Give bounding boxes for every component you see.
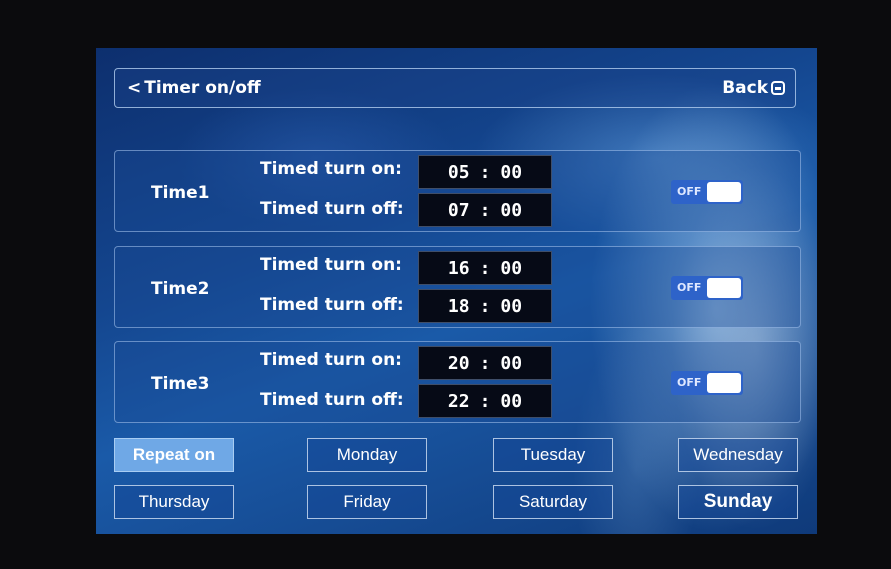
timer-block-1: Time1 Timed turn on: 05:00 Timed turn of… [114, 150, 801, 232]
turn-on-label: Timed turn on: [260, 255, 402, 275]
friday-button[interactable]: Friday [307, 485, 427, 519]
turn-off-label: Timed turn off: [260, 199, 404, 219]
hour-value: 20 [447, 352, 470, 374]
repeat-on-button[interactable]: Repeat on [114, 438, 234, 472]
turn-off-label: Timed turn off: [260, 390, 404, 410]
hour-value: 05 [447, 161, 470, 183]
minute-value: 00 [500, 390, 523, 412]
thursday-button[interactable]: Thursday [114, 485, 234, 519]
timer-block-2: Time2 Timed turn on: 16:00 Timed turn of… [114, 246, 801, 328]
back-icon [771, 81, 785, 95]
monday-button[interactable]: Monday [307, 438, 427, 472]
back-button[interactable]: Back [722, 78, 785, 98]
back-label: Back [722, 78, 768, 98]
minute-value: 00 [500, 352, 523, 374]
turn-off-time[interactable]: 22:00 [418, 384, 552, 418]
page-title[interactable]: < Timer on/off [127, 78, 261, 98]
timer-name: Time1 [151, 183, 210, 203]
title-bar: < Timer on/off Back [114, 68, 796, 108]
saturday-button[interactable]: Saturday [493, 485, 613, 519]
turn-off-time[interactable]: 07:00 [418, 193, 552, 227]
toggle-state: OFF [677, 281, 702, 294]
sunday-button[interactable]: Sunday [678, 485, 798, 519]
timer-name: Time2 [151, 279, 210, 299]
hour-value: 18 [447, 295, 470, 317]
minute-value: 00 [500, 257, 523, 279]
hour-value: 22 [447, 390, 470, 412]
turn-on-time[interactable]: 16:00 [418, 251, 552, 285]
toggle-state: OFF [677, 376, 702, 389]
wednesday-button[interactable]: Wednesday [678, 438, 798, 472]
hour-value: 16 [447, 257, 470, 279]
turn-on-label: Timed turn on: [260, 350, 402, 370]
minute-value: 00 [500, 161, 523, 183]
minute-value: 00 [500, 199, 523, 221]
page-title-text: Timer on/off [144, 78, 261, 98]
toggle-knob [707, 278, 741, 298]
timer-block-3: Time3 Timed turn on: 20:00 Timed turn of… [114, 341, 801, 423]
toggle-knob [707, 182, 741, 202]
timer-toggle-switch[interactable]: OFF [671, 371, 743, 395]
toggle-knob [707, 373, 741, 393]
timer-toggle-switch[interactable]: OFF [671, 276, 743, 300]
chevron-left-icon: < [127, 78, 142, 98]
tuesday-button[interactable]: Tuesday [493, 438, 613, 472]
turn-on-time[interactable]: 20:00 [418, 346, 552, 380]
turn-on-label: Timed turn on: [260, 159, 402, 179]
turn-off-label: Timed turn off: [260, 295, 404, 315]
minute-value: 00 [500, 295, 523, 317]
turn-on-time[interactable]: 05:00 [418, 155, 552, 189]
timer-toggle-switch[interactable]: OFF [671, 180, 743, 204]
touch-screen: < Timer on/off Back Time1 Timed turn on: … [96, 48, 817, 534]
timer-name: Time3 [151, 374, 210, 394]
toggle-state: OFF [677, 185, 702, 198]
hour-value: 07 [447, 199, 470, 221]
turn-off-time[interactable]: 18:00 [418, 289, 552, 323]
